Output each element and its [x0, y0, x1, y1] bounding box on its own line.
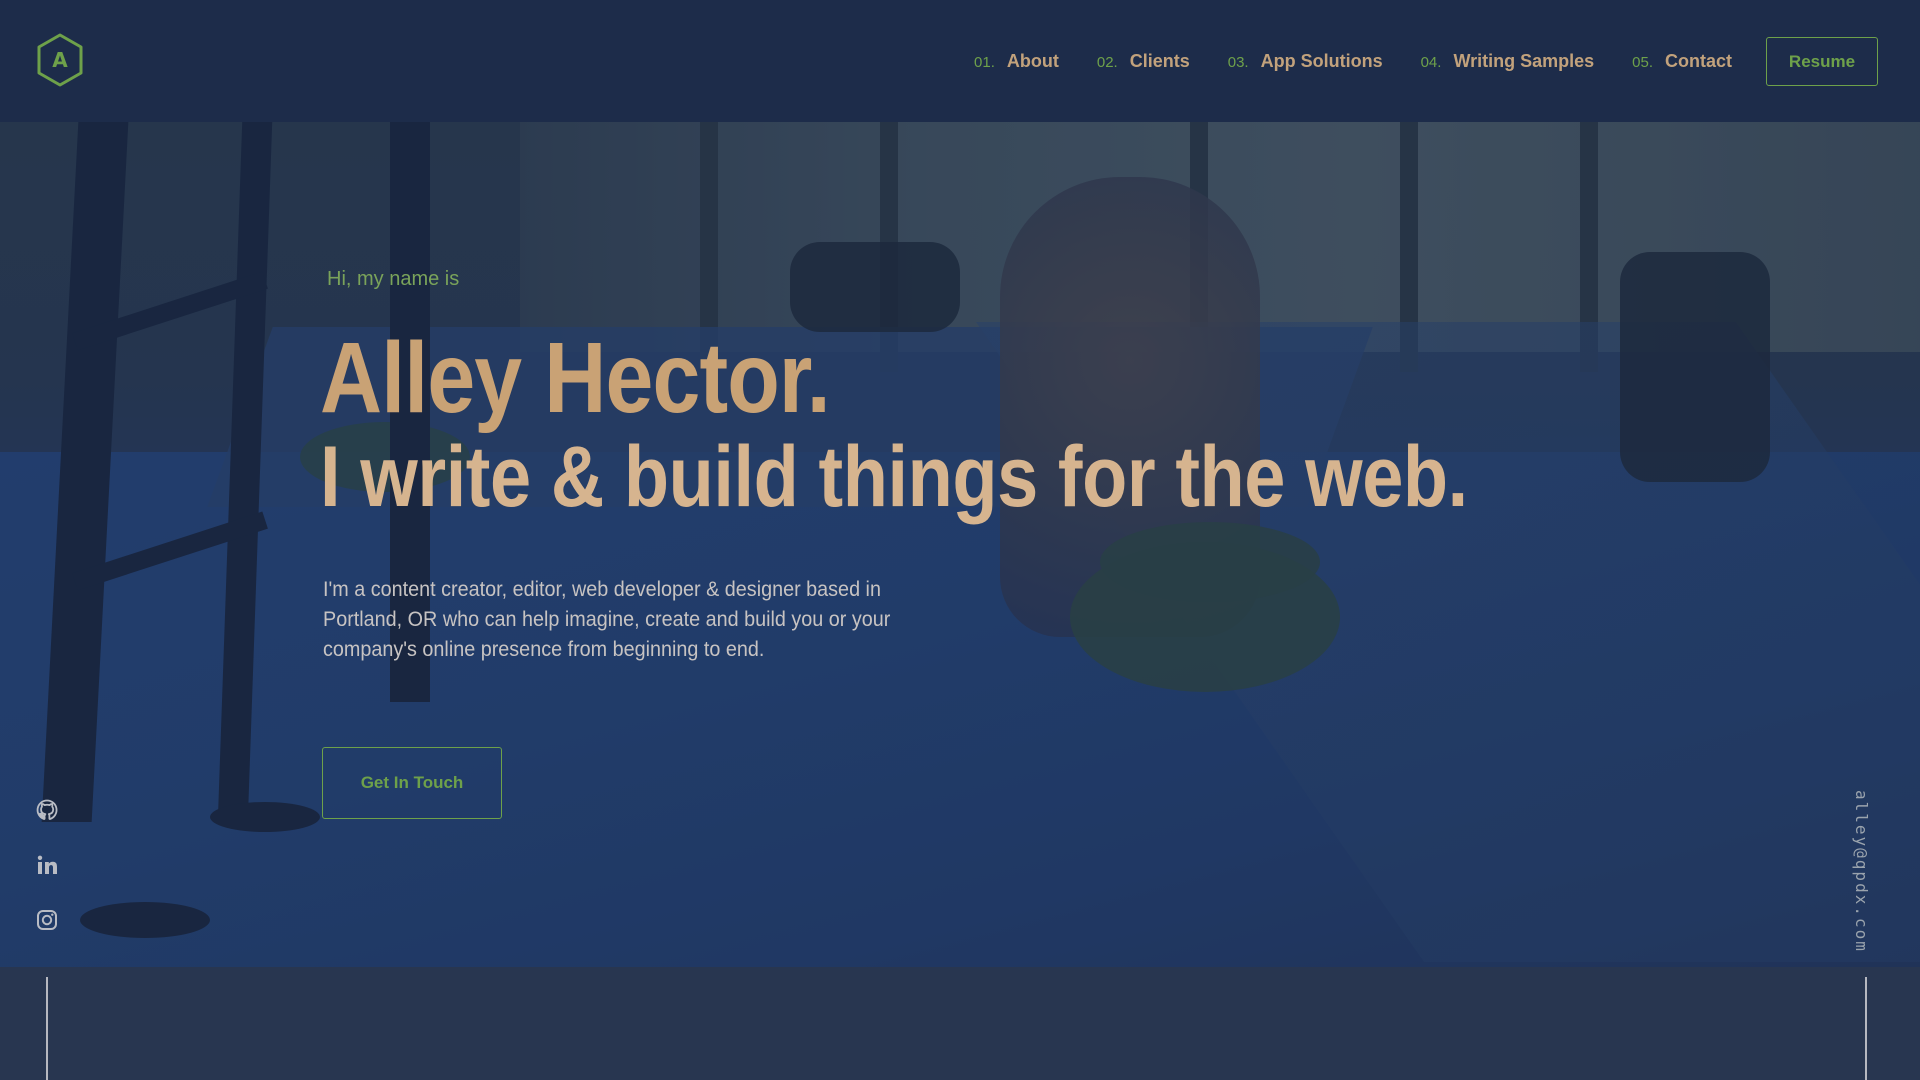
- email-link[interactable]: alley@qpdx.com: [1852, 790, 1871, 953]
- nav-number: 02.: [1096, 53, 1118, 71]
- hero-name: Alley Hector.: [320, 322, 831, 434]
- next-section-preview: [0, 967, 1920, 1080]
- hero-background-image: [0, 122, 1920, 967]
- nav-label: About: [1006, 50, 1059, 71]
- nav-label: App Solutions: [1260, 50, 1383, 71]
- instagram-link[interactable]: [34, 907, 60, 933]
- left-divider-line: [46, 977, 48, 1080]
- nav-number: 04.: [1420, 53, 1442, 71]
- nav-item-contact[interactable]: 05. Contact: [1632, 51, 1732, 72]
- logo[interactable]: A: [36, 33, 84, 87]
- nav-number: 05.: [1632, 53, 1653, 71]
- main-nav: 01. About 02. Clients 03. App Solutions …: [974, 0, 1732, 122]
- nav-item-clients[interactable]: 02. Clients: [1097, 51, 1190, 72]
- instagram-icon: [37, 910, 57, 930]
- nav-label: Clients: [1129, 50, 1190, 71]
- social-links: [30, 797, 64, 933]
- hero-greeting: Hi, my name is: [327, 268, 460, 290]
- page: A 01. About 02. Clients 03. App Solution…: [0, 0, 1920, 1080]
- site-header: A 01. About 02. Clients 03. App Solution…: [0, 0, 1920, 122]
- nav-label: Writing Samples: [1453, 50, 1595, 71]
- github-icon: [36, 799, 58, 820]
- linkedin-link[interactable]: [34, 852, 60, 878]
- logo-letter: A: [52, 48, 68, 72]
- nav-item-writing-samples[interactable]: 04. Writing Samples: [1421, 51, 1595, 72]
- github-link[interactable]: [34, 797, 60, 823]
- nav-number: 01.: [974, 53, 995, 71]
- nav-item-app-solutions[interactable]: 03. App Solutions: [1228, 51, 1383, 72]
- linkedin-icon: [37, 855, 57, 874]
- nav-label: Contact: [1665, 50, 1732, 71]
- nav-item-about[interactable]: 01. About: [974, 51, 1059, 72]
- get-in-touch-button[interactable]: Get In Touch: [322, 747, 502, 819]
- hero-description: I'm a content creator, editor, web devel…: [323, 577, 891, 661]
- right-divider-line: [1865, 977, 1867, 1080]
- resume-button[interactable]: Resume: [1766, 37, 1878, 86]
- nav-number: 03.: [1227, 53, 1249, 71]
- hero-tagline: I write & build things for the web.: [320, 429, 1468, 525]
